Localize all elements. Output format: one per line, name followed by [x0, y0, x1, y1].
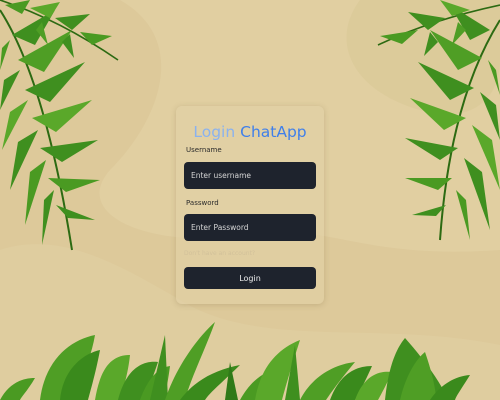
login-button[interactable]: Login: [184, 267, 316, 289]
title-login-text: Login: [193, 123, 236, 141]
password-label: Password: [186, 199, 219, 207]
username-input[interactable]: [184, 162, 316, 189]
password-input[interactable]: [184, 214, 316, 241]
login-title: Login ChatApp: [176, 122, 324, 142]
login-page: Login ChatApp Username Password Don't ha…: [0, 0, 500, 400]
signup-hint-link[interactable]: Don't have an account?: [184, 250, 255, 258]
login-card: Login ChatApp Username Password Don't ha…: [176, 106, 324, 304]
palm-leaf-top-left-decoration: [0, 0, 119, 251]
username-label: Username: [186, 146, 222, 154]
title-app-name: ChatApp: [240, 123, 307, 141]
